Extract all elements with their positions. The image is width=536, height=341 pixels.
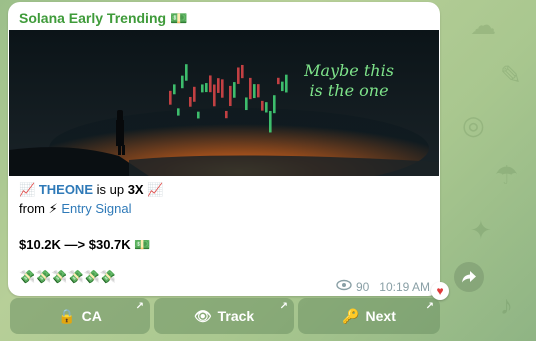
message-time: 10:19 AM — [379, 279, 430, 294]
decorative-candle — [285, 74, 288, 93]
track-button-label: Track — [217, 308, 255, 324]
from-label: from — [19, 201, 45, 216]
decorative-candle — [277, 77, 280, 85]
price-change: $10.2K —> $30.7K — [19, 237, 131, 252]
external-arrow-icon: ↗ — [425, 301, 434, 312]
view-count: 90 — [355, 279, 370, 294]
decorative-candle — [173, 84, 176, 95]
message-meta: 90 10:19 AM — [336, 279, 430, 294]
multiplier: 3X — [127, 182, 144, 197]
decorative-candle — [225, 110, 228, 119]
decorative-candle — [245, 97, 248, 111]
external-arrow-icon: ↗ — [135, 301, 144, 312]
next-button[interactable]: 🔑 Next ↗ — [298, 298, 440, 334]
next-button-label: Next — [365, 308, 396, 324]
image-caption-line2: is the one — [309, 81, 388, 100]
decorative-candle — [249, 77, 252, 100]
eye-emoji-icon: 👁 — [193, 307, 212, 324]
decorative-candle — [185, 64, 188, 81]
decorative-candle — [281, 81, 284, 92]
decorative-candle — [177, 108, 180, 116]
decorative-candle — [197, 111, 200, 119]
decorative-candle — [241, 64, 244, 79]
eye-icon — [336, 279, 352, 294]
money-emoji: 💵 — [169, 10, 188, 26]
decorative-candle — [221, 79, 224, 98]
decorative-candle — [273, 95, 276, 114]
decorative-candle — [201, 84, 204, 93]
token-link[interactable]: THEONE — [39, 182, 93, 197]
decorative-candle — [189, 96, 192, 107]
chart-up-emoji-2: 📈 — [147, 182, 164, 197]
decorative-candle — [193, 86, 196, 102]
money-emoji-row: 💸💸💸💸💸💸 — [19, 269, 117, 284]
decorative-candle — [229, 85, 232, 107]
decorative-candle — [181, 75, 184, 89]
decorative-candle — [233, 82, 236, 98]
post-image[interactable]: Maybe this is the one — [9, 30, 439, 176]
decorative-candle — [205, 83, 208, 93]
external-arrow-icon: ↗ — [279, 301, 288, 312]
track-button[interactable]: 👁 Track ↗ — [154, 298, 294, 334]
decorative-candle — [257, 84, 260, 98]
gain-line: 📈 THEONE is up 3X 📈 — [19, 182, 163, 198]
decorative-candle — [213, 84, 216, 107]
ca-button-label: CA — [81, 308, 102, 324]
entry-signal-link[interactable]: Entry Signal — [61, 201, 131, 216]
decorative-candle — [253, 84, 256, 99]
money-emoji-2: 💵 — [134, 237, 151, 252]
decorative-candle — [265, 102, 268, 113]
signal-line: from ⚡ Entry Signal — [19, 201, 131, 217]
decorative-candle — [217, 78, 220, 93]
decorative-candle — [261, 100, 264, 111]
decorative-candle — [269, 110, 272, 133]
ca-button[interactable]: 🔒 CA ↗ — [10, 298, 150, 334]
image-caption-line1: Maybe this — [303, 61, 394, 80]
message-bubble: Solana Early Trending 💵 Maybe this is th… — [8, 2, 440, 296]
decorative-candle — [237, 67, 240, 84]
chart-up-emoji: 📈 — [19, 182, 36, 197]
price-change-line: $10.2K —> $30.7K 💵 — [19, 237, 150, 253]
lightning-emoji: ⚡ — [48, 201, 58, 216]
gain-text: is up — [96, 182, 125, 197]
share-arrow-icon[interactable] — [454, 262, 484, 292]
decorative-candle — [209, 75, 212, 93]
decorative-candle — [169, 90, 172, 105]
inline-keyboard: 🔒 CA ↗ 👁 Track ↗ 🔑 Next ↗ — [8, 298, 440, 335]
key-icon: 🔑 — [342, 307, 360, 324]
lock-icon: 🔒 — [58, 307, 76, 324]
channel-name[interactable]: Solana Early Trending 💵 — [19, 10, 187, 27]
